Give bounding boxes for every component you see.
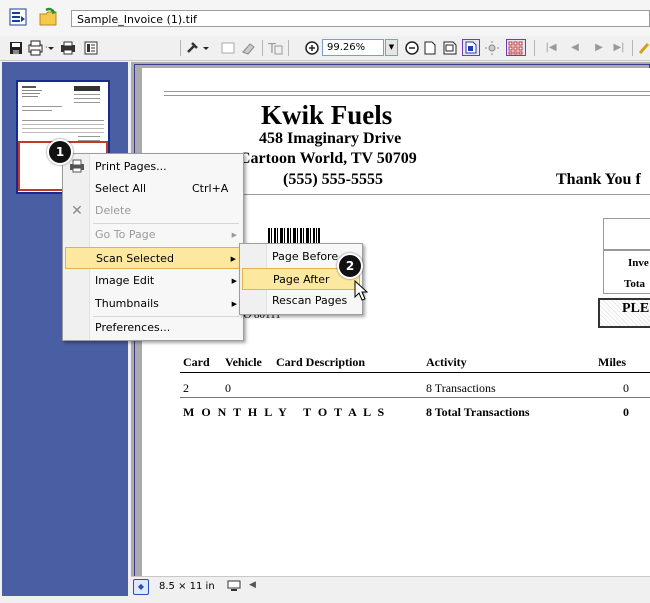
menu-item-image-edit[interactable]: Image Edit ▶: [65, 270, 241, 292]
submenu-arrow-icon: ▶: [231, 277, 237, 285]
menu-item-thumbnails[interactable]: Thumbnails ▶: [65, 293, 241, 315]
mouse-cursor-icon: [354, 279, 370, 302]
submenu-item-label: Page After: [273, 273, 330, 286]
document-properties-icon[interactable]: [9, 8, 27, 26]
step-2-badge: 2: [337, 253, 363, 279]
printer-icon[interactable]: [60, 39, 76, 56]
menu-item-select-all[interactable]: Select All Ctrl+A: [65, 178, 241, 200]
submenu-item-rescan-pages[interactable]: Rescan Pages: [242, 290, 360, 312]
page-size-label: 8.5 × 11 in: [159, 581, 215, 592]
menu-item-label: Thumbnails: [95, 297, 159, 310]
status-bar: ◆ 8.5 × 11 in ◀: [131, 576, 650, 597]
col-description-header: Card Description: [276, 355, 365, 369]
menu-item-shortcut: Ctrl+A: [192, 182, 229, 195]
table-header-rule: [180, 372, 650, 373]
row-activity-cell: 8 Transactions: [426, 381, 496, 395]
submenu-item-label: Rescan Pages: [272, 294, 348, 307]
totals-miles: 0: [623, 405, 629, 419]
menu-item-scan-selected[interactable]: Scan Selected ▶: [65, 247, 241, 269]
nav-toggle-icon[interactable]: ◆: [133, 579, 149, 595]
menu-item-label: Scan Selected: [96, 252, 174, 265]
company-phone: (555) 555-5555: [283, 171, 383, 188]
fit-width-icon[interactable]: [442, 39, 458, 56]
monthly-totals-label: M O N T H L Y T O T A L S: [183, 405, 387, 419]
save-icon[interactable]: [8, 39, 24, 56]
brightness-icon[interactable]: [484, 39, 500, 56]
row-miles-cell: 0: [623, 381, 629, 395]
page-setup-icon[interactable]: [83, 39, 99, 56]
open-folder-icon[interactable]: [38, 7, 60, 27]
submenu-item-label: Page Before: [272, 250, 339, 263]
delete-x-icon: ✕: [71, 203, 83, 219]
print-dropdown-icon[interactable]: ·: [27, 39, 55, 56]
invoice-label: Inve: [628, 257, 649, 269]
next-page-icon[interactable]: ▶: [592, 39, 606, 56]
annotate-icon[interactable]: [220, 39, 236, 56]
zoom-dropdown-button[interactable]: ▼: [385, 39, 398, 56]
menu-item-label: Delete: [95, 204, 132, 217]
please-label: PLE: [622, 301, 650, 316]
row-card-cell: 2: [183, 381, 189, 395]
svg-text:·: ·: [45, 43, 48, 52]
eraser-icon[interactable]: [240, 39, 256, 56]
menu-item-label: Preferences...: [95, 321, 171, 334]
barcode-image: [268, 228, 320, 244]
total-label: Tota: [624, 278, 645, 290]
first-page-icon[interactable]: |◀: [544, 39, 558, 56]
printer-icon: [69, 159, 85, 175]
text-tool-icon[interactable]: T: [266, 39, 284, 56]
col-vehicle-header: Vehicle: [225, 355, 262, 369]
context-menu: Print Pages... Select All Ctrl+A ✕ Delet…: [62, 153, 244, 341]
menu-item-label: Image Edit: [95, 274, 155, 287]
window-bottom-edge: [0, 596, 650, 603]
menu-item-label: Print Pages...: [95, 160, 167, 173]
submenu-arrow-icon: ▶: [230, 255, 236, 263]
previous-page-icon[interactable]: ◀: [568, 39, 582, 56]
scroll-left-icon[interactable]: ◀: [249, 580, 256, 590]
pencil-icon[interactable]: [638, 39, 650, 56]
actual-size-icon[interactable]: [462, 39, 480, 56]
menu-item-label: Select All: [95, 182, 147, 195]
monitor-icon[interactable]: [227, 580, 241, 592]
last-page-icon[interactable]: ▶|: [612, 39, 626, 56]
submenu-arrow-icon: ▶: [231, 300, 237, 308]
fit-page-icon[interactable]: [422, 39, 438, 56]
info-box-top: [603, 218, 650, 250]
thumbnail-grid-icon[interactable]: [506, 39, 526, 56]
main-toolbar: · T 99.26% ▼ |◀ ◀ ▶ ▶|: [0, 36, 650, 61]
title-bar: Sample_Invoice (1).tif: [0, 0, 650, 37]
thank-you-text: Thank You f: [556, 171, 641, 188]
totals-activity: 8 Total Transactions: [426, 405, 530, 419]
company-name: Kwik Fuels: [261, 100, 393, 130]
zoom-input[interactable]: 99.26%: [322, 39, 384, 56]
zoom-out-icon[interactable]: [404, 39, 420, 56]
col-miles-header: Miles: [598, 355, 626, 369]
step-1-badge: 1: [47, 139, 73, 165]
company-address-line1: 458 Imaginary Drive: [259, 130, 402, 147]
table-row-rule: [180, 397, 650, 398]
top-rule-2: [164, 95, 650, 96]
menu-item-delete[interactable]: ✕ Delete: [65, 200, 241, 222]
menu-item-preferences[interactable]: Preferences...: [65, 317, 241, 339]
col-card-header: Card: [183, 355, 210, 369]
submenu-arrow-icon: ▶: [231, 231, 237, 239]
col-activity-header: Activity: [426, 355, 467, 369]
menu-item-label: Go To Page: [95, 228, 156, 241]
row-vehicle-cell: 0: [225, 381, 231, 395]
company-address-line2: Cartoon World, TV 50709: [239, 150, 417, 167]
filename-field: Sample_Invoice (1).tif: [71, 10, 650, 27]
zoom-in-icon[interactable]: [304, 39, 320, 56]
menu-item-print-pages[interactable]: Print Pages...: [65, 156, 241, 178]
tools-dropdown-icon[interactable]: [186, 39, 212, 56]
menu-item-go-to-page[interactable]: Go To Page ▶: [65, 224, 241, 246]
top-rule: [164, 91, 650, 92]
